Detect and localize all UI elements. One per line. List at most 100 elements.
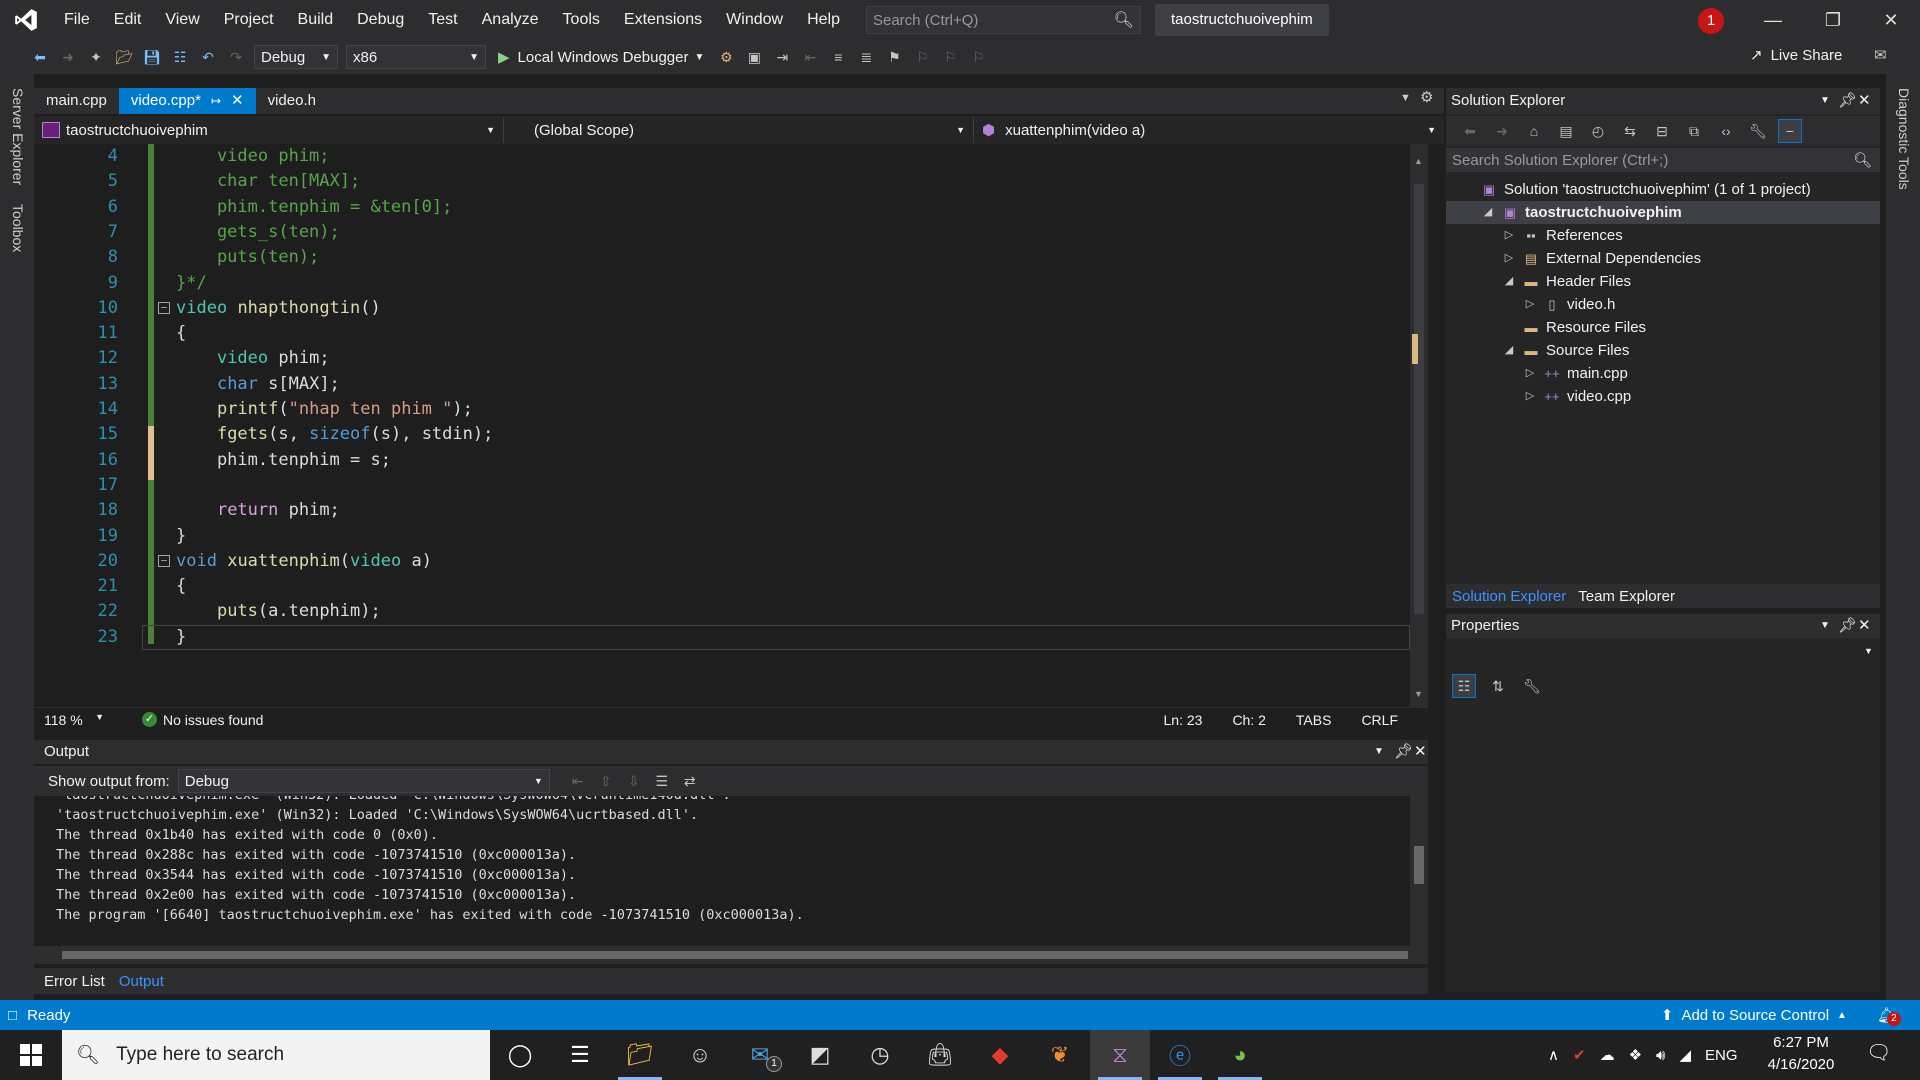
- alphabetical-icon[interactable]: ⇅: [1486, 674, 1510, 698]
- expanded-arrow-icon[interactable]: ◢: [1481, 201, 1495, 224]
- menu-extensions[interactable]: Extensions: [612, 0, 714, 40]
- property-pages-icon[interactable]: 🔧︎: [1520, 674, 1544, 698]
- pin-icon[interactable]: 📌︎: [1838, 88, 1857, 114]
- menu-analyze[interactable]: Analyze: [470, 0, 551, 40]
- output-scroll-thumb[interactable]: [1414, 846, 1424, 884]
- next-bookmark-icon[interactable]: ⚐: [938, 45, 962, 69]
- properties-wrench-icon[interactable]: 🔧︎: [1746, 119, 1770, 143]
- minimize-icon[interactable]: —: [1744, 0, 1802, 40]
- volume-icon[interactable]: 🔊︎: [1656, 1047, 1665, 1064]
- menu-tools[interactable]: Tools: [551, 0, 612, 40]
- collapsed-arrow-icon[interactable]: ▷: [1523, 362, 1537, 385]
- quick-search-input[interactable]: Search (Ctrl+Q) 🔍︎: [865, 6, 1141, 34]
- solution-search-input[interactable]: Search Solution Explorer (Ctrl+;) 🔍︎: [1446, 148, 1880, 172]
- menu-debug[interactable]: Debug: [345, 0, 416, 40]
- new-project-icon[interactable]: ✦: [84, 45, 108, 69]
- sticky-notes-icon[interactable]: ◩: [790, 1030, 850, 1080]
- menu-project[interactable]: Project: [212, 0, 286, 40]
- menu-edit[interactable]: Edit: [102, 0, 154, 40]
- cortana-icon[interactable]: ◯: [490, 1030, 550, 1080]
- tree-item[interactable]: ▣ Solution 'taostructchuoivephim' (1 of 1…: [1446, 178, 1880, 201]
- step-into-icon[interactable]: ⇥: [770, 45, 794, 69]
- pin-tab-icon[interactable]: ↦: [211, 88, 221, 114]
- language-indicator[interactable]: ENG: [1705, 1047, 1738, 1064]
- collapse-all-icon[interactable]: ⊟: [1650, 119, 1674, 143]
- taskbar-clock[interactable]: 6:27 PM 4/16/2020: [1746, 1032, 1856, 1076]
- menu-file[interactable]: File: [52, 0, 102, 40]
- close-output-icon[interactable]: ✕: [1414, 740, 1427, 764]
- tab-list-dropdown-icon[interactable]: ▼: [1400, 92, 1411, 104]
- close-tab-icon[interactable]: ✕: [231, 88, 244, 114]
- open-file-icon[interactable]: 📂︎: [112, 45, 136, 69]
- bookmark-icon[interactable]: ⚑: [882, 45, 906, 69]
- save-all-icon[interactable]: ☷: [168, 45, 192, 69]
- notifications-button[interactable]: 🔔︎ 2: [1877, 1006, 1901, 1026]
- pending-changes-icon[interactable]: ◴: [1586, 119, 1610, 143]
- editor-scroll-thumb[interactable]: [1414, 184, 1424, 614]
- prev-bookmark-icon[interactable]: ⚐: [910, 45, 934, 69]
- tree-item[interactable]: ▷ ++ main.cpp: [1446, 362, 1880, 385]
- taskbar-search-box[interactable]: 🔍︎ Type here to search: [62, 1030, 490, 1080]
- issues-indicator[interactable]: ✓ No issues found: [142, 712, 263, 728]
- menu-view[interactable]: View: [153, 0, 211, 40]
- indentation-mode[interactable]: TABS: [1296, 712, 1332, 728]
- tab-main-cpp[interactable]: main.cpp: [34, 88, 119, 114]
- visual-studio-taskbar-icon[interactable]: ⧖: [1090, 1030, 1150, 1080]
- windows-start-icon[interactable]: [0, 1030, 62, 1080]
- coccoc-browser-icon[interactable]: ◕: [1210, 1030, 1270, 1080]
- member-select[interactable]: ⬢ xuattenphim(video a) ▼: [974, 117, 1444, 143]
- project-select[interactable]: taostructchuoivephim ▼: [34, 117, 504, 143]
- platform-select[interactable]: x86 ▼: [346, 45, 486, 69]
- categorized-icon[interactable]: ☷: [1452, 674, 1476, 698]
- pin-icon[interactable]: 📌︎: [1394, 740, 1413, 764]
- tree-item[interactable]: ▷ ▤ External Dependencies: [1446, 247, 1880, 270]
- close-window-icon[interactable]: ✕: [1862, 0, 1920, 40]
- start-debugger-button[interactable]: ▶ Local Windows Debugger ▼: [498, 48, 704, 67]
- collapsed-arrow-icon[interactable]: ▷: [1523, 293, 1537, 316]
- props-dropdown-icon[interactable]: ▼: [1820, 614, 1830, 638]
- output-hscroll-thumb[interactable]: [62, 951, 1408, 959]
- tree-item[interactable]: ▷ ++ video.cpp: [1446, 385, 1880, 408]
- dropbox-icon[interactable]: ❖: [1629, 1046, 1642, 1064]
- clear-bookmarks-icon[interactable]: ⚐: [966, 45, 990, 69]
- previous-message-icon[interactable]: ⇧: [594, 769, 618, 793]
- se-dropdown-icon[interactable]: ▼: [1820, 88, 1830, 114]
- browser-link-icon[interactable]: ▣: [742, 45, 766, 69]
- add-to-source-control-button[interactable]: ⬆︎ Add to Source Control ▲: [1661, 1006, 1847, 1025]
- back-icon[interactable]: ⬅︎: [1458, 119, 1482, 143]
- antivirus-icon[interactable]: ✔: [1573, 1046, 1586, 1064]
- forward-icon[interactable]: ➜: [1490, 119, 1514, 143]
- attach-process-icon[interactable]: ⚙: [714, 45, 738, 69]
- notification-badge[interactable]: 1: [1698, 8, 1724, 34]
- line-ending[interactable]: CRLF: [1361, 712, 1398, 728]
- redo-icon[interactable]: ↷: [224, 45, 248, 69]
- close-se-icon[interactable]: ✕: [1858, 88, 1871, 114]
- collapsed-arrow-icon[interactable]: ▷: [1502, 247, 1516, 270]
- find-message-icon[interactable]: ⇤: [566, 769, 590, 793]
- tab-video-h[interactable]: video.h: [256, 88, 328, 114]
- tab-output[interactable]: Output: [115, 973, 168, 990]
- code-editor[interactable]: 4 video phim; 5 char ten[MAX]; 6 phim.tenp…: [34, 144, 1410, 707]
- mail-icon[interactable]: ✉ 1: [730, 1030, 790, 1080]
- output-vertical-scrollbar[interactable]: [1410, 796, 1428, 946]
- file-explorer-icon[interactable]: 📁︎: [610, 1030, 670, 1080]
- settings-gear-icon[interactable]: ⚙: [1420, 88, 1433, 106]
- scope-select[interactable]: (Global Scope) ▼: [504, 117, 974, 143]
- tab-solution-explorer[interactable]: Solution Explorer: [1446, 588, 1572, 605]
- action-center-icon[interactable]: 🗨︎: [1866, 1040, 1891, 1065]
- save-icon[interactable]: 💾︎: [140, 45, 164, 69]
- garena-icon[interactable]: ◆: [970, 1030, 1030, 1080]
- tree-item[interactable]: ▬ Resource Files: [1446, 316, 1880, 339]
- view-code-icon[interactable]: ‹›: [1714, 119, 1738, 143]
- output-source-select[interactable]: Debug ▼: [177, 769, 550, 793]
- fold-toggle-icon[interactable]: −: [158, 554, 170, 567]
- menu-window[interactable]: Window: [714, 0, 795, 40]
- fold-toggle-icon[interactable]: −: [158, 301, 170, 314]
- menu-build[interactable]: Build: [286, 0, 346, 40]
- scroll-down-icon[interactable]: ▼: [1414, 689, 1424, 703]
- forward-icon[interactable]: ➜: [56, 45, 80, 69]
- menu-test[interactable]: Test: [416, 0, 469, 40]
- tab-error-list[interactable]: Error List: [34, 973, 115, 990]
- zoom-select[interactable]: 118 % ▼: [34, 712, 112, 728]
- edge-browser-icon[interactable]: ⓔ: [1150, 1030, 1210, 1080]
